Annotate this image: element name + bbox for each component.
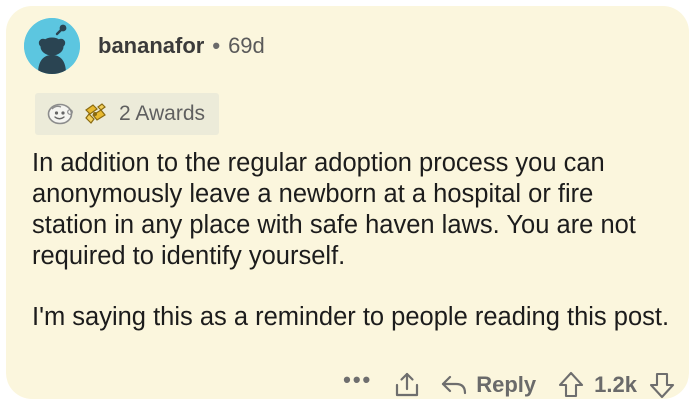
reply-label: Reply <box>476 372 537 397</box>
helpful-award-icon <box>81 101 109 127</box>
snoo-avatar-icon <box>24 18 80 74</box>
upvote-icon[interactable] <box>558 371 584 399</box>
comment-body: In addition to the regular adoption proc… <box>32 148 672 333</box>
more-options-button[interactable]: ••• <box>343 369 372 391</box>
awards-count-label: 2 Awards <box>119 102 205 125</box>
share-icon[interactable] <box>394 371 420 399</box>
reply-button[interactable]: Reply <box>440 372 536 398</box>
downvote-icon[interactable] <box>649 371 675 399</box>
vote-controls: 1.2k <box>558 371 675 399</box>
username-link[interactable]: bananafor <box>98 33 204 59</box>
user-avatar[interactable] <box>24 18 80 74</box>
comment-age: 69d <box>228 33 265 58</box>
wholesome-award-icon <box>47 103 75 125</box>
awards-badge[interactable]: 2 Awards <box>35 93 219 135</box>
comment-actions: ••• Reply 1.2k <box>343 368 675 402</box>
comment-paragraph: In addition to the regular adoption proc… <box>32 149 636 270</box>
comment-header: bananafor • 69d <box>24 18 265 74</box>
reply-arrow-icon <box>440 373 468 397</box>
comment-paragraph: I'm saying this as a reminder to people … <box>32 303 670 331</box>
meta-separator: • <box>212 33 221 58</box>
comment-card: bananafor • 69d 2 Awards In addition to … <box>6 6 689 399</box>
comment-meta: bananafor • 69d <box>98 33 265 59</box>
vote-score: 1.2k <box>594 372 637 397</box>
